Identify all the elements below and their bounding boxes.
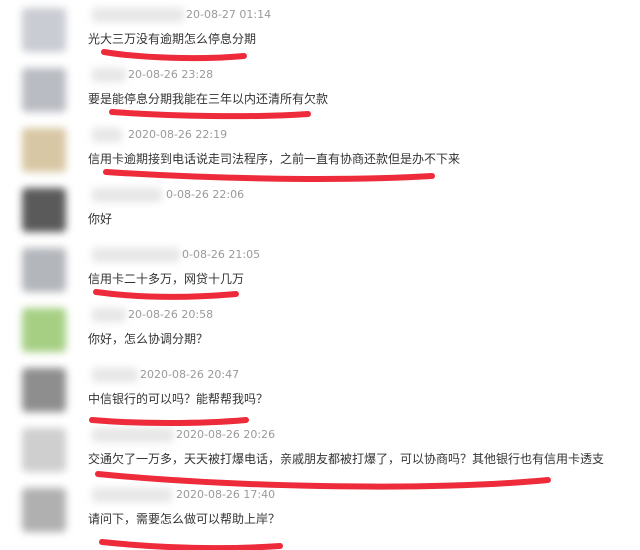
message-text: 你好 <box>88 212 113 226</box>
message-timestamp: 2020-08-26 20:26 <box>176 428 276 441</box>
message-row[interactable]: 20-08-27 01:14 光大三万没有逾期怎么停息分期 <box>0 0 640 61</box>
message-row[interactable]: 2020-08-26 22:19 信用卡逾期接到电话说走司法程序，之前一直有协商… <box>0 120 640 181</box>
avatar[interactable] <box>22 368 66 412</box>
message-row[interactable]: 20-08-26 23:28 要是能停息分期我能在三年以内还清所有欠款 <box>0 60 640 121</box>
message-text: 信用卡二十多万，网贷十几万 <box>88 272 245 286</box>
sender-name-redacted <box>92 188 162 202</box>
sender-name-redacted <box>92 8 184 22</box>
message-timestamp: 2020-08-26 22:19 <box>128 128 228 141</box>
sender-name-redacted <box>92 248 180 262</box>
message-timestamp: 20-08-26 23:28 <box>128 68 214 81</box>
avatar[interactable] <box>22 248 66 292</box>
message-timestamp: 2020-08-26 20:47 <box>140 368 240 381</box>
message-row[interactable]: 2020-08-26 17:40 请问下，需要怎么做可以帮助上岸？ <box>0 480 640 550</box>
sender-name-redacted <box>92 308 126 322</box>
message-row[interactable]: 0-08-26 22:06 你好 <box>0 180 640 241</box>
sender-name-redacted <box>92 68 126 82</box>
message-text: 你好，怎么协调分期？ <box>88 332 209 346</box>
message-list: 20-08-27 01:14 光大三万没有逾期怎么停息分期 20-08-26 2… <box>0 0 640 550</box>
message-text: 光大三万没有逾期怎么停息分期 <box>88 32 257 46</box>
avatar[interactable] <box>22 68 66 112</box>
sender-name-redacted <box>92 428 174 442</box>
avatar[interactable] <box>22 428 66 472</box>
message-row[interactable]: 0-08-26 21:05 信用卡二十多万，网贷十几万 <box>0 240 640 301</box>
message-text: 交通欠了一万多，天天被打爆电话，亲戚朋友都被打爆了，可以协商吗？其他银行也有信用… <box>88 452 605 466</box>
message-text: 信用卡逾期接到电话说走司法程序，之前一直有协商还款但是办不下来 <box>88 152 461 166</box>
message-timestamp: 2020-08-26 17:40 <box>176 488 276 501</box>
sender-name-redacted <box>92 128 122 142</box>
avatar[interactable] <box>22 488 66 532</box>
message-row[interactable]: 2020-08-26 20:47 中信银行的可以吗？能帮帮我吗？ <box>0 360 640 421</box>
message-text: 请问下，需要怎么做可以帮助上岸？ <box>88 512 281 526</box>
message-text: 中信银行的可以吗？能帮帮我吗？ <box>88 392 269 406</box>
message-row[interactable]: 2020-08-26 20:26 交通欠了一万多，天天被打爆电话，亲戚朋友都被打… <box>0 420 640 481</box>
sender-name-redacted <box>92 368 138 382</box>
avatar[interactable] <box>22 128 66 172</box>
avatar[interactable] <box>22 8 66 52</box>
message-row[interactable]: 20-08-26 20:58 你好，怎么协调分期？ <box>0 300 640 361</box>
message-text: 要是能停息分期我能在三年以内还清所有欠款 <box>88 92 329 106</box>
message-timestamp: 20-08-27 01:14 <box>186 8 272 21</box>
sender-name-redacted <box>92 488 172 502</box>
message-timestamp: 0-08-26 21:05 <box>182 248 261 261</box>
avatar[interactable] <box>22 188 66 232</box>
message-timestamp: 20-08-26 20:58 <box>128 308 214 321</box>
message-timestamp: 0-08-26 22:06 <box>166 188 245 201</box>
avatar[interactable] <box>22 308 66 352</box>
